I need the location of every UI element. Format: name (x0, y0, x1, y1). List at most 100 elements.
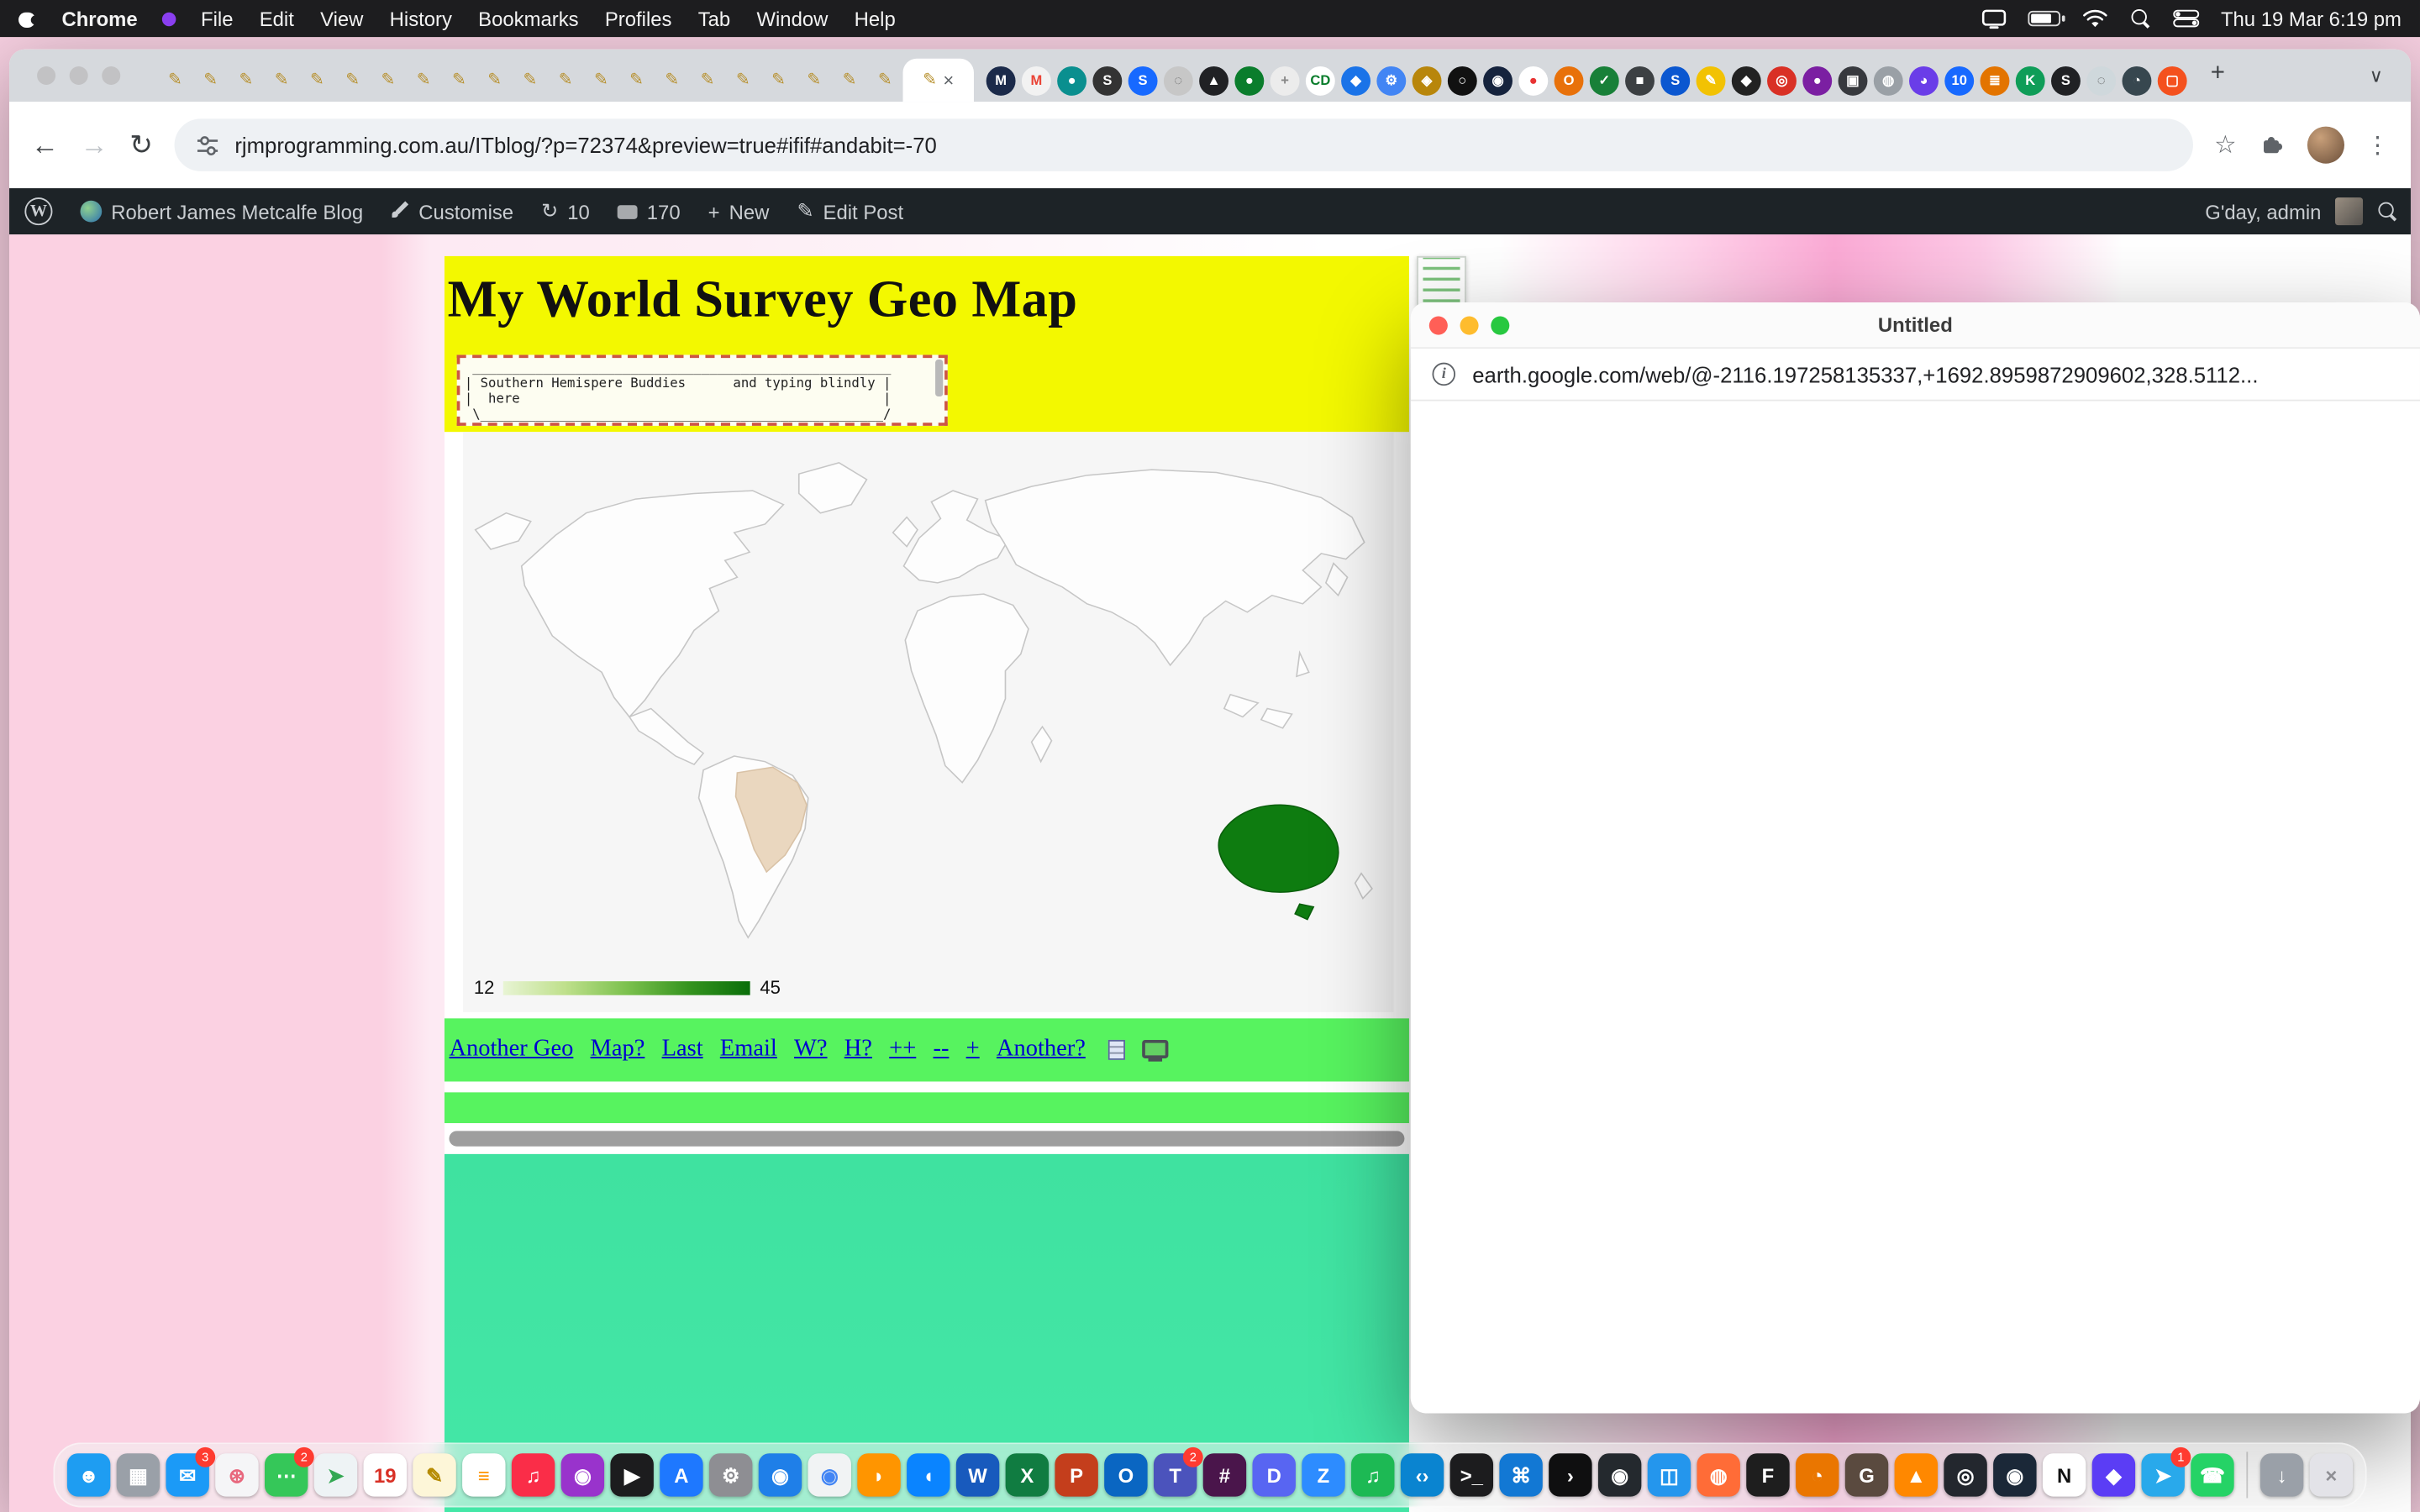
pinned-tab[interactable]: ✎ (477, 60, 513, 101)
edit-post-menu[interactable]: ✎ Edit Post (797, 199, 903, 223)
region-north-america[interactable] (522, 491, 784, 717)
comments-menu[interactable]: 170 (618, 200, 681, 223)
admin-avatar[interactable] (2335, 197, 2363, 225)
dock-app-postman[interactable]: ◍ (1697, 1453, 1739, 1496)
dock-app-photos[interactable]: ⊛ (215, 1453, 258, 1496)
pinned-tab[interactable]: S (2051, 66, 2081, 95)
pinned-tab[interactable]: ▣ (1839, 66, 1868, 95)
pinned-tab[interactable]: ◌ (2086, 66, 2116, 95)
customise-menu[interactable]: Customise (391, 200, 513, 223)
dock-app-zoom[interactable]: Z (1302, 1453, 1344, 1496)
extensions-icon[interactable] (2258, 131, 2286, 159)
dock-app-launchpad[interactable]: ▦ (117, 1453, 160, 1496)
window-close-button[interactable] (37, 66, 55, 85)
pinned-tab[interactable]: ✎ (548, 60, 583, 101)
site-name-menu[interactable]: Robert James Metcalfe Blog (81, 200, 364, 223)
region-indonesia-2[interactable] (1261, 709, 1292, 728)
dock-app-finder[interactable]: ☻ (67, 1453, 110, 1496)
popup-address-row[interactable]: i earth.google.com/web/@-2116.1972581353… (1411, 349, 2420, 401)
dock-app-docker[interactable]: ◫ (1648, 1453, 1691, 1496)
pinned-tab[interactable]: ◕ (1909, 66, 1939, 95)
pinned-tab[interactable]: S (1128, 66, 1158, 95)
dock-app-excel[interactable]: X (1006, 1453, 1049, 1496)
dock-app-figma[interactable]: F (1746, 1453, 1789, 1496)
window-zoom-button[interactable] (102, 66, 120, 85)
menu-item[interactable]: Help (855, 7, 896, 30)
region-uk[interactable] (893, 517, 918, 547)
new-tab-button[interactable]: + (2199, 55, 2236, 92)
pinned-tab[interactable]: ✎ (655, 60, 690, 101)
pinned-tab[interactable]: ✎ (797, 60, 832, 101)
wp-logo-menu[interactable]: W (24, 197, 52, 225)
dock-app-firefox[interactable]: ◗ (857, 1453, 900, 1496)
pinned-tab[interactable]: S (1092, 66, 1122, 95)
apple-menu-icon[interactable] (18, 8, 37, 29)
dock-app-messages[interactable]: ⋯ 2 (265, 1453, 308, 1496)
pinned-tab[interactable]: ▢ (2158, 66, 2187, 95)
menu-item[interactable]: Profiles (605, 7, 672, 30)
dock-app-settings[interactable]: ⚙ (709, 1453, 752, 1496)
page-link[interactable]: Another Geo (449, 1035, 573, 1063)
wifi-icon[interactable] (2082, 8, 2108, 29)
region-new-zealand[interactable] (1355, 874, 1372, 899)
horizontal-scrollbar[interactable] (445, 1129, 1409, 1147)
dock-app-obs[interactable]: ◎ (1944, 1453, 1986, 1496)
pinned-tab[interactable]: ✎ (371, 60, 406, 101)
region-japan[interactable] (1326, 564, 1348, 596)
active-app-name[interactable]: Chrome (61, 7, 137, 30)
bookmark-star-icon[interactable]: ☆ (2214, 129, 2236, 160)
pinned-tab[interactable]: M (986, 66, 1016, 95)
control-center-icon[interactable] (2173, 9, 2199, 28)
pinned-tab[interactable]: ● (1234, 66, 1264, 95)
document-icon[interactable] (1108, 1039, 1125, 1059)
admin-search-icon[interactable] (2377, 201, 2399, 223)
tab-overflow-chevron-icon[interactable]: ∨ (2354, 65, 2398, 87)
menu-item[interactable]: Bookmarks (478, 7, 578, 30)
pinned-tab[interactable]: ✎ (157, 60, 192, 101)
pinned-tab[interactable]: M (1022, 66, 1051, 95)
dock-app-safari[interactable]: ◉ (759, 1453, 802, 1496)
pinned-tab[interactable]: ○ (1448, 66, 1477, 95)
dock-app-whatsapp[interactable]: ☎ (2191, 1453, 2233, 1496)
dock-app-calendar[interactable]: 19 (364, 1453, 407, 1496)
menu-item[interactable]: File (201, 7, 233, 30)
dock-app-trash[interactable]: × (2310, 1453, 2353, 1496)
region-australia[interactable] (1218, 805, 1338, 892)
dock-app-discord[interactable]: D (1253, 1453, 1296, 1496)
pinned-tab[interactable]: ✎ (725, 60, 760, 101)
pinned-tab[interactable]: ✎ (690, 60, 725, 101)
site-info-icon[interactable] (196, 134, 219, 157)
pinned-tab[interactable]: S (1660, 66, 1690, 95)
page-link[interactable]: + (966, 1035, 980, 1063)
pinned-tab[interactable]: ✎ (1697, 66, 1726, 95)
pinned-tab[interactable]: ≣ (1981, 66, 2010, 95)
dock-app-iterm[interactable]: › (1549, 1453, 1591, 1496)
pinned-tab[interactable]: ◌ (1164, 66, 1193, 95)
page-link[interactable]: Email (720, 1035, 777, 1063)
dock-app-maps[interactable]: ➤ (314, 1453, 357, 1496)
dock-app-notes[interactable]: ✎ (413, 1453, 455, 1496)
pinned-tab[interactable]: ✎ (335, 60, 371, 101)
pinned-tab[interactable]: ✎ (513, 60, 548, 101)
pinned-tab[interactable]: ✎ (193, 60, 229, 101)
pinned-tab[interactable]: ● (1518, 66, 1548, 95)
pinned-tab[interactable]: ✎ (264, 60, 299, 101)
tab-close-icon[interactable]: × (943, 71, 954, 89)
dock-app-podcasts[interactable]: ◉ (561, 1453, 604, 1496)
profile-avatar[interactable] (2307, 127, 2344, 164)
pinned-tab[interactable]: ◆ (1341, 66, 1370, 95)
pinned-tab[interactable]: ⚙ (1376, 66, 1406, 95)
textarea-scrollbar[interactable] (935, 360, 943, 396)
dock-app-edge[interactable]: ◖ (907, 1453, 950, 1496)
dock-app-slack[interactable]: # (1203, 1453, 1246, 1496)
menubar-clock[interactable]: Thu 19 Mar 6:19 pm (2221, 7, 2402, 30)
pinned-tab[interactable]: CD (1306, 66, 1335, 95)
pinned-tab[interactable]: ✎ (832, 60, 867, 101)
popup-url-text[interactable]: earth.google.com/web/@-2116.197258135337… (1472, 362, 2258, 386)
pinned-tab[interactable]: ✎ (583, 60, 618, 101)
page-link[interactable]: Last (662, 1035, 703, 1063)
updates-menu[interactable]: ↻ 10 (541, 199, 590, 223)
spotlight-search-icon[interactable] (2130, 8, 2152, 29)
page-link[interactable]: W? (794, 1035, 828, 1063)
address-bar[interactable]: rjmprogramming.com.au/ITblog/?p=72374&pr… (175, 118, 2193, 171)
